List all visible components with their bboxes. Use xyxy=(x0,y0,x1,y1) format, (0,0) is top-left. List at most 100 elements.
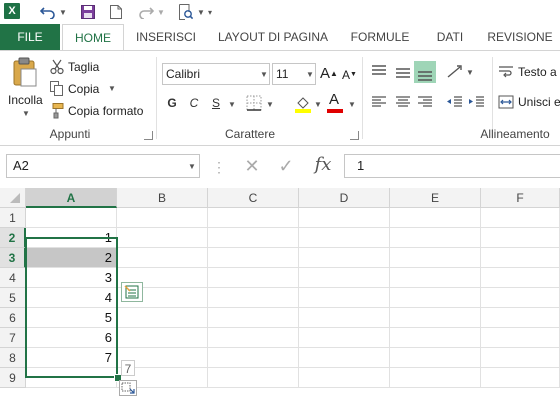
cell-f5[interactable] xyxy=(481,288,560,308)
orientation-dropdown-icon[interactable]: ▼ xyxy=(466,68,474,77)
cell-f2[interactable] xyxy=(481,228,560,248)
format-painter-button[interactable]: Copia formato xyxy=(50,101,150,121)
row-header-8[interactable]: 8 xyxy=(0,348,26,368)
cell-d3[interactable] xyxy=(299,248,390,268)
merge-center-button[interactable]: Unisci e xyxy=(498,91,560,113)
borders-button[interactable] xyxy=(246,95,262,111)
align-middle-button[interactable] xyxy=(392,61,414,83)
row-header-6[interactable]: 6 xyxy=(0,308,26,328)
redo-dropdown-icon[interactable]: ▼ xyxy=(156,2,166,22)
cell-a8[interactable]: 7 xyxy=(26,348,117,368)
cell-c8[interactable] xyxy=(208,348,299,368)
font-name-dropdown-icon[interactable]: ▼ xyxy=(260,70,268,79)
tab-dati[interactable]: DATI xyxy=(422,24,478,50)
cell-f6[interactable] xyxy=(481,308,560,328)
cell-b7[interactable] xyxy=(117,328,208,348)
fill-color-button[interactable] xyxy=(294,95,312,113)
shrink-font-button[interactable]: A▼ xyxy=(342,65,360,85)
cell-d2[interactable] xyxy=(299,228,390,248)
align-center-button[interactable] xyxy=(392,91,414,113)
cell-e2[interactable] xyxy=(390,228,481,248)
auto-fill-options-button[interactable] xyxy=(119,380,137,396)
cell-b6[interactable] xyxy=(117,308,208,328)
cell-d1[interactable] xyxy=(299,208,390,228)
cell-e1[interactable] xyxy=(390,208,481,228)
redo-icon[interactable] xyxy=(136,2,156,22)
cell-a9[interactable] xyxy=(26,368,117,388)
cell-e3[interactable] xyxy=(390,248,481,268)
row-header-2[interactable]: 2 xyxy=(0,228,26,248)
copy-dropdown-icon[interactable]: ▼ xyxy=(108,84,116,93)
cell-f7[interactable] xyxy=(481,328,560,348)
tab-formule[interactable]: FORMULE xyxy=(340,24,420,50)
underline-button[interactable]: S xyxy=(206,93,226,113)
cut-button[interactable]: Taglia xyxy=(50,57,150,77)
paste-dropdown-icon[interactable]: ▼ xyxy=(22,109,30,118)
borders-dropdown-icon[interactable]: ▼ xyxy=(266,100,274,109)
clipboard-dialog-launcher-icon[interactable] xyxy=(144,131,153,140)
cell-f3[interactable] xyxy=(481,248,560,268)
cell-a6[interactable]: 5 xyxy=(26,308,117,328)
cell-d4[interactable] xyxy=(299,268,390,288)
grow-font-button[interactable]: A▲ xyxy=(320,63,340,85)
cell-b3[interactable] xyxy=(117,248,208,268)
quick-analysis-button[interactable] xyxy=(121,282,143,302)
customize-qat-icon[interactable]: ▾ xyxy=(204,2,216,22)
align-left-button[interactable] xyxy=(368,91,390,113)
tab-layout-di-pagina[interactable]: LAYOUT DI PAGINA xyxy=(208,24,338,50)
font-size-dropdown-icon[interactable]: ▼ xyxy=(306,70,314,79)
insert-function-button[interactable]: fx xyxy=(308,152,338,178)
formula-input[interactable]: 1 xyxy=(344,154,560,178)
tab-home[interactable]: HOME xyxy=(62,24,124,50)
cell-a5[interactable]: 4 xyxy=(26,288,117,308)
undo-dropdown-icon[interactable]: ▼ xyxy=(58,2,68,22)
cell-c7[interactable] xyxy=(208,328,299,348)
cell-d5[interactable] xyxy=(299,288,390,308)
new-file-icon[interactable] xyxy=(106,2,126,22)
row-header-5[interactable]: 5 xyxy=(0,288,26,308)
cell-f9[interactable] xyxy=(481,368,560,388)
cell-d7[interactable] xyxy=(299,328,390,348)
enter-entry-button[interactable]: ✓ xyxy=(274,154,298,178)
align-top-button[interactable] xyxy=(368,61,390,83)
row-header-1[interactable]: 1 xyxy=(0,208,26,228)
tab-file[interactable]: FILE xyxy=(0,24,60,50)
cancel-entry-button[interactable]: ✕ xyxy=(240,154,264,178)
row-header-9[interactable]: 9 xyxy=(0,368,26,388)
row-header-7[interactable]: 7 xyxy=(0,328,26,348)
decrease-indent-button[interactable] xyxy=(444,91,466,113)
font-color-dropdown-icon[interactable]: ▼ xyxy=(348,100,356,109)
italic-button[interactable]: C xyxy=(184,93,204,113)
cell-d6[interactable] xyxy=(299,308,390,328)
font-name-select[interactable]: Calibri xyxy=(162,63,270,85)
column-header-b[interactable]: B xyxy=(117,188,208,208)
cell-c9[interactable] xyxy=(208,368,299,388)
column-header-d[interactable]: D xyxy=(299,188,390,208)
cell-c5[interactable] xyxy=(208,288,299,308)
save-icon[interactable] xyxy=(78,2,98,22)
increase-indent-button[interactable] xyxy=(466,91,488,113)
bold-button[interactable]: G xyxy=(162,93,182,113)
cell-c4[interactable] xyxy=(208,268,299,288)
fill-color-dropdown-icon[interactable]: ▼ xyxy=(314,100,322,109)
font-color-button[interactable]: A xyxy=(326,91,344,113)
name-box[interactable]: A2 xyxy=(6,154,200,178)
cell-b1[interactable] xyxy=(117,208,208,228)
cell-f4[interactable] xyxy=(481,268,560,288)
cell-a3[interactable]: 2 xyxy=(26,248,117,268)
underline-dropdown-icon[interactable]: ▼ xyxy=(228,100,236,109)
cell-e4[interactable] xyxy=(390,268,481,288)
select-all-button[interactable] xyxy=(0,188,26,208)
column-header-c[interactable]: C xyxy=(208,188,299,208)
cell-a7[interactable]: 6 xyxy=(26,328,117,348)
cell-e5[interactable] xyxy=(390,288,481,308)
cell-e8[interactable] xyxy=(390,348,481,368)
cell-c1[interactable] xyxy=(208,208,299,228)
cell-d8[interactable] xyxy=(299,348,390,368)
cell-e7[interactable] xyxy=(390,328,481,348)
cell-e6[interactable] xyxy=(390,308,481,328)
cell-c6[interactable] xyxy=(208,308,299,328)
cell-a2[interactable]: 1 xyxy=(26,228,117,248)
column-header-f[interactable]: F xyxy=(481,188,560,208)
name-box-dropdown-icon[interactable]: ▼ xyxy=(188,162,196,171)
